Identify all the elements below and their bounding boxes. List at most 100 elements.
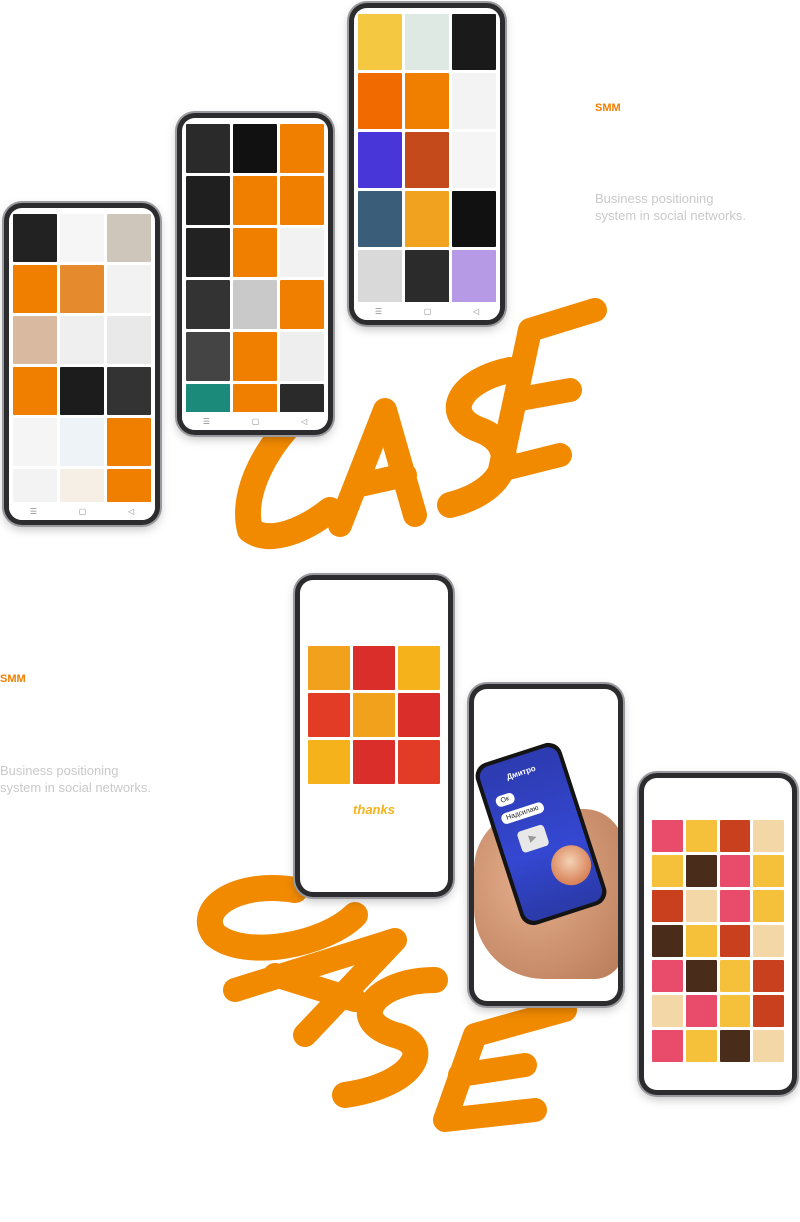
post-tile[interactable] [652, 890, 683, 922]
post-tile[interactable] [685, 960, 717, 992]
menu-icon[interactable]: ☰ [375, 307, 382, 316]
smm-label-top: SMM [595, 102, 621, 114]
phone-hand-mockup: Дмитро Ок Надсилаю ▶ [469, 684, 623, 1006]
post-tile[interactable] [233, 124, 277, 173]
post-tile[interactable] [60, 367, 104, 415]
back-icon[interactable]: ◁ [473, 307, 479, 316]
description-line-1: Business positioning [595, 191, 714, 206]
post-tile[interactable] [452, 132, 496, 188]
post-tile[interactable] [280, 280, 324, 329]
post-tile[interactable] [13, 316, 57, 364]
home-icon[interactable]: ▢ [424, 307, 432, 316]
post-tile[interactable] [719, 820, 751, 852]
post-tile[interactable] [186, 176, 230, 225]
post-tile[interactable] [353, 740, 395, 784]
play-icon[interactable]: ▶ [516, 823, 550, 854]
post-tile[interactable] [719, 855, 751, 887]
post-tile[interactable] [405, 132, 449, 188]
post-tile[interactable] [233, 332, 277, 381]
back-icon[interactable]: ◁ [128, 507, 134, 516]
post-tile[interactable] [652, 1030, 683, 1062]
post-tile[interactable] [308, 740, 350, 784]
post-tile[interactable] [719, 960, 751, 992]
post-tile[interactable] [308, 693, 350, 737]
post-tile[interactable] [353, 693, 395, 737]
post-tile[interactable] [358, 73, 402, 129]
post-tile[interactable] [358, 14, 402, 70]
post-tile[interactable] [358, 191, 402, 247]
post-tile[interactable] [398, 693, 440, 737]
post-tile[interactable] [60, 316, 104, 364]
post-tile[interactable] [685, 890, 717, 922]
phone-screen: ☰ ▢ ◁ [354, 8, 500, 320]
post-tile[interactable] [280, 228, 324, 277]
post-tile[interactable] [452, 250, 496, 306]
post-tile[interactable] [13, 265, 57, 313]
post-tile[interactable] [186, 124, 230, 173]
post-tile[interactable] [60, 418, 104, 466]
post-tile[interactable] [107, 214, 151, 262]
post-tile[interactable] [60, 214, 104, 262]
phone-feed-design: ☰ ▢ ◁ [349, 3, 505, 325]
post-tile[interactable] [685, 925, 717, 957]
post-tile[interactable] [280, 124, 324, 173]
post-tile[interactable] [233, 176, 277, 225]
post-tile[interactable] [753, 820, 784, 852]
post-tile[interactable] [685, 1030, 717, 1062]
home-icon[interactable]: ▢ [79, 507, 87, 516]
post-tile[interactable] [358, 132, 402, 188]
post-tile[interactable] [719, 995, 751, 1027]
post-tile[interactable] [13, 367, 57, 415]
post-tile[interactable] [107, 418, 151, 466]
post-tile[interactable] [107, 265, 151, 313]
post-tile[interactable] [753, 855, 784, 887]
post-tile[interactable] [652, 820, 683, 852]
post-tile[interactable] [233, 228, 277, 277]
post-tile[interactable] [308, 646, 350, 690]
post-tile[interactable] [186, 280, 230, 329]
post-tile[interactable] [280, 176, 324, 225]
post-tile[interactable] [685, 995, 717, 1027]
post-tile[interactable] [652, 855, 683, 887]
post-tile[interactable] [719, 1030, 751, 1062]
avatar [545, 840, 597, 891]
post-tile[interactable] [753, 925, 784, 957]
post-tile[interactable] [233, 280, 277, 329]
post-tile[interactable] [452, 191, 496, 247]
description-line-2: system in social networks. [0, 780, 151, 795]
post-tile[interactable] [358, 250, 402, 306]
post-tile[interactable] [107, 367, 151, 415]
post-tile[interactable] [13, 418, 57, 466]
post-tile[interactable] [186, 228, 230, 277]
post-tile[interactable] [719, 890, 751, 922]
post-tile[interactable] [652, 995, 683, 1027]
post-tile[interactable] [753, 890, 784, 922]
description-line-1: Business positioning [0, 763, 119, 778]
post-tile[interactable] [452, 73, 496, 129]
post-tile[interactable] [452, 14, 496, 70]
post-tile[interactable] [353, 646, 395, 690]
post-tile[interactable] [186, 332, 230, 381]
post-tile[interactable] [753, 995, 784, 1027]
home-icon[interactable]: ▢ [252, 417, 260, 426]
back-icon[interactable]: ◁ [301, 417, 307, 426]
post-tile[interactable] [719, 925, 751, 957]
post-tile[interactable] [13, 214, 57, 262]
post-tile[interactable] [398, 646, 440, 690]
menu-icon[interactable]: ☰ [30, 507, 37, 516]
post-tile[interactable] [280, 332, 324, 381]
post-tile[interactable] [405, 250, 449, 306]
post-tile[interactable] [685, 855, 717, 887]
post-tile[interactable] [107, 316, 151, 364]
post-tile[interactable] [753, 1030, 784, 1062]
post-tile[interactable] [685, 820, 717, 852]
post-tile[interactable] [405, 73, 449, 129]
post-tile[interactable] [753, 960, 784, 992]
post-tile[interactable] [652, 925, 683, 957]
post-tile[interactable] [405, 14, 449, 70]
menu-icon[interactable]: ☰ [203, 417, 210, 426]
post-tile[interactable] [60, 265, 104, 313]
post-tile[interactable] [398, 740, 440, 784]
post-tile[interactable] [405, 191, 449, 247]
post-tile[interactable] [652, 960, 683, 992]
